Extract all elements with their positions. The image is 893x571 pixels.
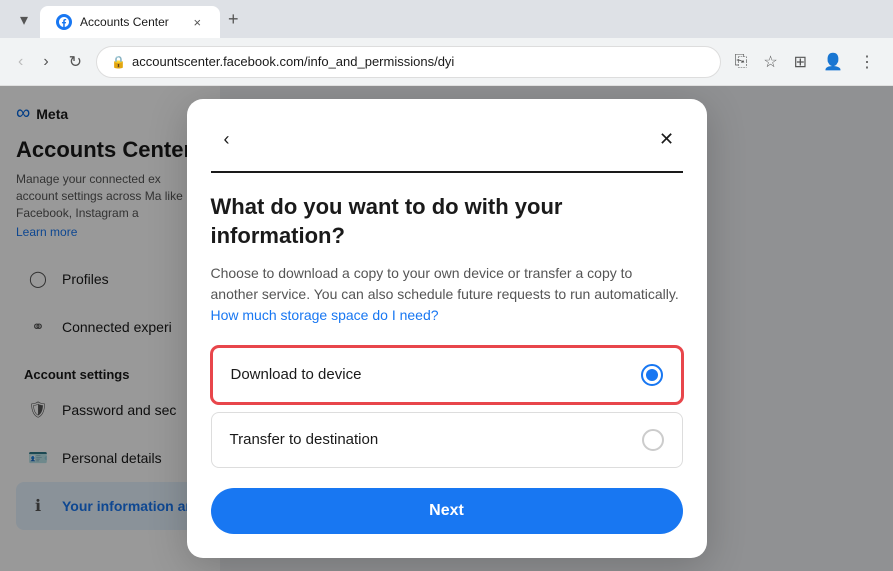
tab-bar: ▾ Accounts Center × + [0, 0, 893, 38]
refresh-button[interactable]: ↻ [63, 48, 88, 76]
tab-dropdown-button[interactable]: ▾ [16, 8, 32, 32]
modal-divider [211, 171, 683, 173]
storage-link[interactable]: How much storage space do I need? [211, 307, 439, 323]
tab-controls: ▾ [8, 2, 40, 38]
page-content: ∞ Meta Accounts Center Manage your conne… [0, 86, 893, 571]
bookmark-button[interactable]: ☆ [757, 48, 783, 76]
download-to-device-option[interactable]: Download to device [211, 346, 683, 404]
download-option-label: Download to device [231, 366, 362, 383]
transfer-option-radio [642, 429, 664, 451]
download-option-radio [641, 364, 663, 386]
back-button[interactable]: ‹ [12, 49, 29, 75]
transfer-option-label: Transfer to destination [230, 431, 379, 448]
modal-close-button[interactable]: ✕ [651, 123, 683, 155]
modal-description: Choose to download a copy to your own de… [211, 263, 683, 326]
tab-dropdown-icon: ▾ [20, 12, 28, 29]
forward-button[interactable]: › [37, 49, 54, 75]
modal-overlay: ‹ ✕ What do you want to do with your inf… [0, 86, 893, 571]
modal-title: What do you want to do with your informa… [211, 193, 683, 250]
modal-desc-text: Choose to download a copy to your own de… [211, 265, 679, 302]
menu-button[interactable]: ⋮ [853, 48, 881, 76]
address-bar: ‹ › ↻ 🔒 accountscenter.facebook.com/info… [0, 38, 893, 86]
modal-dialog: ‹ ✕ What do you want to do with your inf… [187, 99, 707, 557]
screen-cast-button[interactable]: ⎘ [729, 49, 754, 75]
url-bar[interactable]: 🔒 accountscenter.facebook.com/info_and_p… [96, 46, 720, 78]
transfer-to-destination-option[interactable]: Transfer to destination [211, 412, 683, 468]
active-tab[interactable]: Accounts Center × [40, 6, 220, 38]
next-button[interactable]: Next [211, 488, 683, 534]
extensions-button[interactable]: ⊞ [788, 48, 813, 76]
tab-close-button[interactable]: × [190, 14, 204, 31]
new-tab-button[interactable]: + [220, 5, 247, 34]
lock-icon: 🔒 [111, 55, 126, 69]
tab-title: Accounts Center [80, 15, 182, 29]
toolbar-icons: ⎘ ☆ ⊞ 👤 ⋮ [729, 48, 881, 76]
favicon [56, 14, 72, 30]
browser-window: ▾ Accounts Center × + ‹ › ↻ 🔒 accountsce… [0, 0, 893, 571]
profile-button[interactable]: 👤 [817, 48, 849, 76]
modal-back-button[interactable]: ‹ [211, 123, 243, 155]
url-text: accountscenter.facebook.com/info_and_per… [132, 54, 706, 69]
modal-header: ‹ ✕ [211, 123, 683, 155]
